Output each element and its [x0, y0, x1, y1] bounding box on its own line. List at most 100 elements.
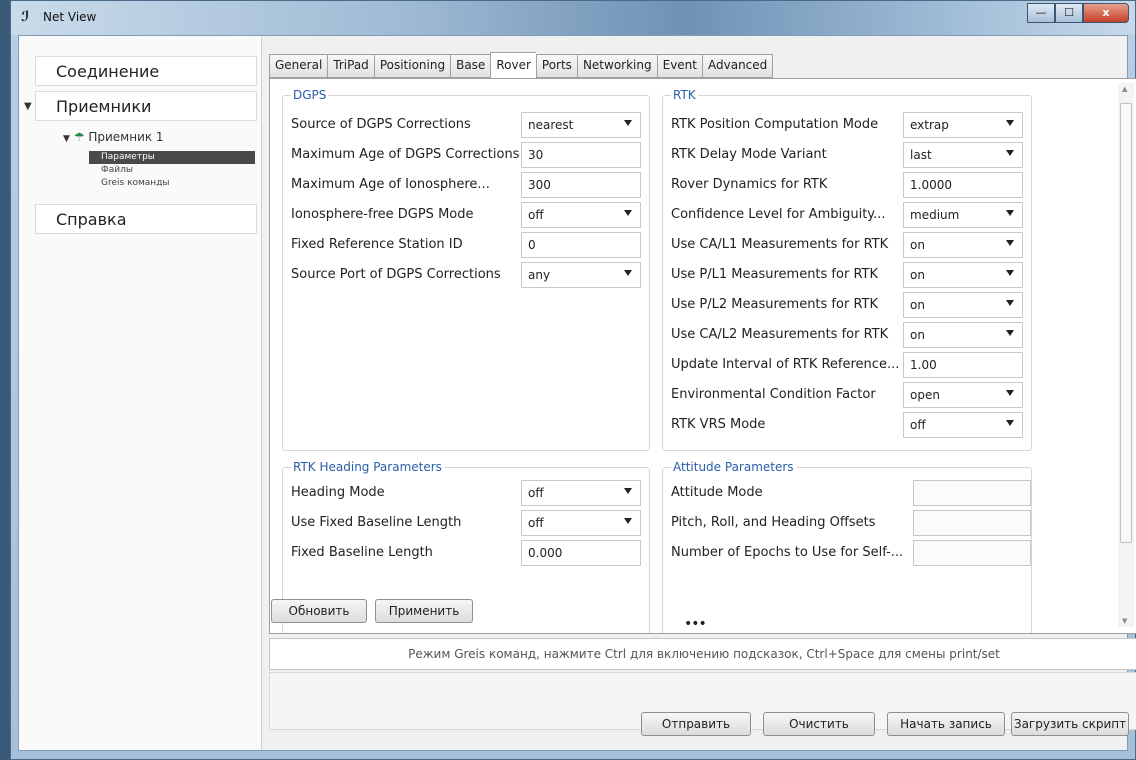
rtk-group-title: RTK: [671, 88, 698, 102]
receiver-icon: ☂: [73, 130, 85, 144]
rtk-param-row: Use P/L1 Measurements for RTK on: [671, 262, 1023, 288]
chevron-down-icon[interactable]: [1006, 390, 1014, 396]
chevron-down-icon[interactable]: [624, 518, 632, 524]
scroll-thumb[interactable]: [1120, 103, 1132, 543]
dgps-param-value: 30: [528, 148, 544, 162]
tree-expand-arrow-icon[interactable]: ▼: [63, 134, 70, 144]
rtk-param-label: RTK Delay Mode Variant: [671, 147, 827, 162]
dgps-param-label: Ionosphere-free DGPS Mode: [291, 207, 474, 222]
tree-item-params[interactable]: Параметры: [89, 151, 255, 164]
dgps-param-value: 0: [528, 238, 536, 252]
dgps-param-row: Ionosphere-free DGPS Mode off: [291, 202, 641, 228]
clear-button[interactable]: Очистить: [763, 712, 875, 736]
heading-param-input[interactable]: 0.000: [521, 540, 641, 566]
attitude-param-input[interactable]: [913, 540, 1031, 566]
close-button[interactable]: x: [1083, 3, 1129, 23]
tree-item-files[interactable]: Файлы: [89, 164, 255, 177]
rtk-param-dropdown[interactable]: on: [903, 262, 1023, 288]
dgps-param-input[interactable]: 300: [521, 172, 641, 198]
tab-networking[interactable]: Networking: [576, 54, 657, 78]
splitter-handle[interactable]: •••: [684, 616, 707, 632]
attitude-group: Attitude Parameters Attitude Mode Pitch, …: [662, 460, 1032, 633]
scroll-up-icon[interactable]: ▲: [1122, 85, 1127, 93]
tree-item-greis-commands[interactable]: Greis команды: [89, 177, 255, 190]
chevron-down-icon[interactable]: [624, 270, 632, 276]
tab-event[interactable]: Event: [656, 54, 702, 78]
client-area: Соединение ▼ Приемники ▼ ☂ Приемник 1 Па…: [18, 35, 1136, 751]
load-script-button[interactable]: Загрузить скрипт: [1011, 712, 1129, 736]
rtk-param-label: Environmental Condition Factor: [671, 387, 876, 402]
dgps-param-dropdown[interactable]: off: [521, 202, 641, 228]
apply-button[interactable]: Применить: [375, 599, 473, 623]
chevron-down-icon[interactable]: [1006, 420, 1014, 426]
rtk-param-label: Confidence Level for Ambiguity...: [671, 207, 886, 222]
chevron-down-icon[interactable]: [624, 120, 632, 126]
dgps-param-dropdown[interactable]: nearest: [521, 112, 641, 138]
attitude-param-label: Attitude Mode: [671, 485, 763, 500]
chevron-down-icon[interactable]: [1006, 330, 1014, 336]
dgps-param-input[interactable]: 30: [521, 142, 641, 168]
tab-advanced[interactable]: Advanced: [702, 54, 774, 78]
vertical-scrollbar[interactable]: ▲ ▼: [1118, 83, 1134, 627]
dgps-param-label: Source of DGPS Corrections: [291, 117, 471, 132]
minimize-button[interactable]: —: [1027, 3, 1055, 23]
heading-param-dropdown[interactable]: off: [521, 510, 641, 536]
attitude-param-input[interactable]: [913, 510, 1031, 536]
dgps-param-value: off: [528, 208, 544, 222]
rtk-param-row: Use P/L2 Measurements for RTK on: [671, 292, 1023, 318]
chevron-down-icon[interactable]: [624, 210, 632, 216]
rtk-param-row: RTK Position Computation Mode extrap: [671, 112, 1023, 138]
attitude-param-input[interactable]: [913, 480, 1031, 506]
chevron-down-icon[interactable]: [1006, 120, 1014, 126]
dgps-param-dropdown[interactable]: any: [521, 262, 641, 288]
rover-settings-panel: DGPS Source of DGPS Corrections nearest Ma…: [269, 78, 1136, 634]
rtk-param-dropdown[interactable]: open: [903, 382, 1023, 408]
tab-positioning[interactable]: Positioning: [373, 54, 451, 78]
heading-param-label: Fixed Baseline Length: [291, 545, 433, 560]
heading-param-row: Heading Mode off: [291, 480, 641, 506]
rtk-param-dropdown[interactable]: off: [903, 412, 1023, 438]
heading-param-dropdown[interactable]: off: [521, 480, 641, 506]
chevron-down-icon[interactable]: [1006, 240, 1014, 246]
nav-help[interactable]: Справка: [35, 204, 257, 234]
chevron-down-icon[interactable]: [1006, 300, 1014, 306]
rtk-param-value: last: [910, 148, 932, 162]
rtk-param-dropdown[interactable]: on: [903, 322, 1023, 348]
chevron-down-icon[interactable]: [1006, 270, 1014, 276]
maximize-button[interactable]: ☐: [1055, 3, 1083, 23]
heading-param-label: Use Fixed Baseline Length: [291, 515, 462, 530]
chevron-down-icon[interactable]: [624, 488, 632, 494]
expand-arrow-icon[interactable]: ▼: [24, 101, 32, 112]
nav-connection[interactable]: Соединение: [35, 56, 257, 86]
tab-tripad[interactable]: TriPad: [327, 54, 374, 78]
chevron-down-icon[interactable]: [1006, 150, 1014, 156]
rtk-param-row: Rover Dynamics for RTK 1.0000: [671, 172, 1023, 198]
tab-general[interactable]: General: [269, 54, 328, 78]
rtk-param-dropdown[interactable]: medium: [903, 202, 1023, 228]
rtk-param-dropdown[interactable]: last: [903, 142, 1023, 168]
send-button[interactable]: Отправить: [641, 712, 751, 736]
rtk-param-dropdown[interactable]: extrap: [903, 112, 1023, 138]
sidebar: Соединение ▼ Приемники ▼ ☂ Приемник 1 Па…: [19, 36, 262, 750]
dgps-param-value: nearest: [528, 118, 574, 132]
rtk-param-label: RTK Position Computation Mode: [671, 117, 879, 132]
rtk-param-input[interactable]: 1.00: [903, 352, 1023, 378]
rtk-param-dropdown[interactable]: on: [903, 292, 1023, 318]
rtk-param-input[interactable]: 1.0000: [903, 172, 1023, 198]
refresh-button[interactable]: Обновить: [271, 599, 367, 623]
start-record-button[interactable]: Начать запись: [887, 712, 1005, 736]
tab-ports[interactable]: Ports: [535, 54, 577, 78]
nav-receivers[interactable]: ▼ Приемники: [24, 91, 257, 121]
title-bar[interactable]: ℐ Net View — ☐ x: [11, 1, 1135, 35]
heading-param-row: Use Fixed Baseline Length off: [291, 510, 641, 536]
rtk-param-dropdown[interactable]: on: [903, 232, 1023, 258]
dgps-param-input[interactable]: 0: [521, 232, 641, 258]
dgps-group-title: DGPS: [291, 88, 329, 102]
command-input[interactable]: Режим Greis команд, нажмите Ctrl для вкл…: [269, 638, 1136, 670]
tab-base[interactable]: Base: [450, 54, 491, 78]
tab-rover[interactable]: Rover: [490, 52, 536, 78]
heading-param-value: off: [528, 486, 544, 500]
chevron-down-icon[interactable]: [1006, 210, 1014, 216]
scroll-down-icon[interactable]: ▼: [1122, 617, 1127, 625]
tree-receiver-1[interactable]: ▼ ☂ Приемник 1: [63, 130, 164, 144]
